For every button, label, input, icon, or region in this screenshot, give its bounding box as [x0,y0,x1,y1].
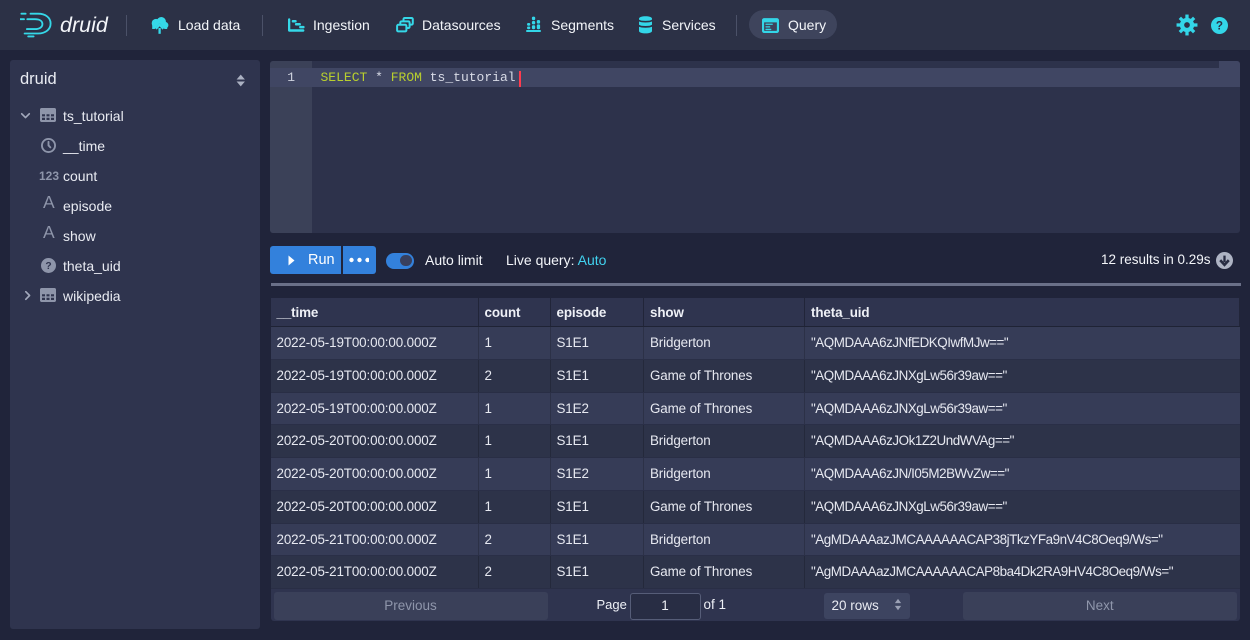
svg-text:?: ? [1216,20,1223,33]
svg-text:?: ? [45,261,51,272]
